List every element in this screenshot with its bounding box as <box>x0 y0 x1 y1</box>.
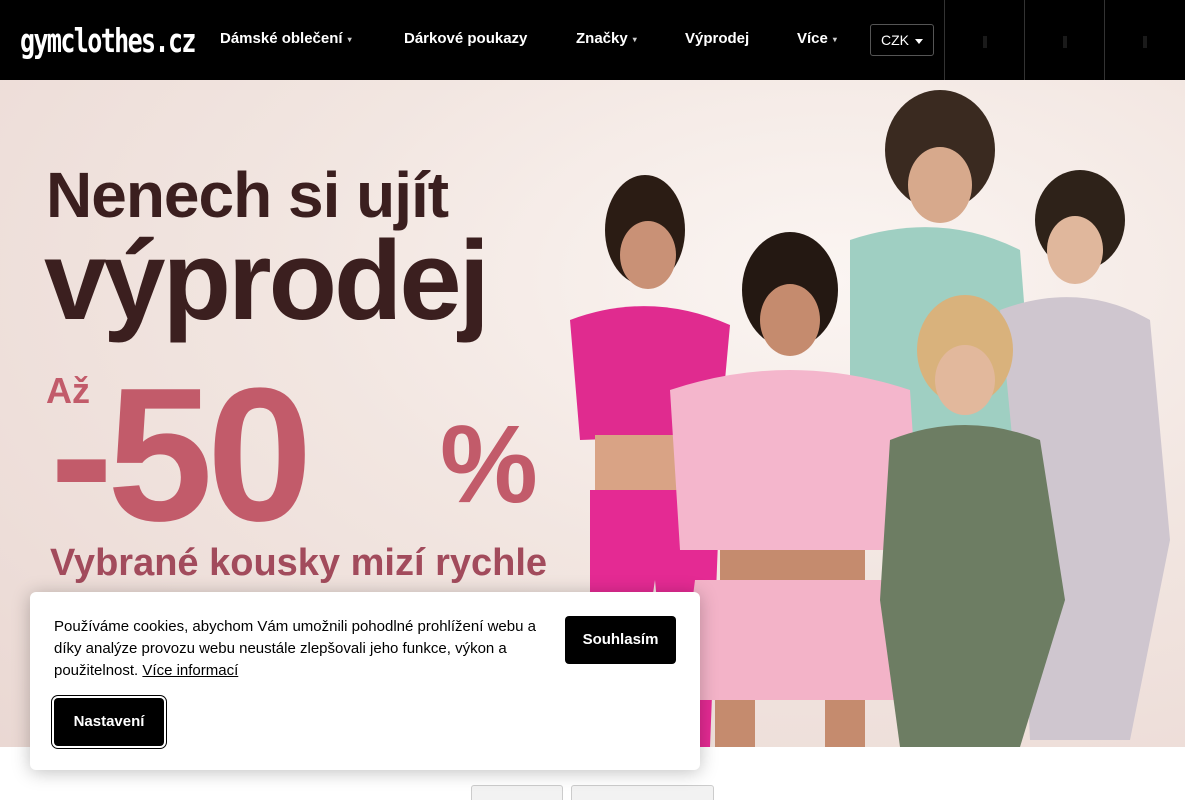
search-icon <box>983 36 987 48</box>
nav-item-label: Výprodej <box>685 30 750 47</box>
user-icon <box>1063 36 1067 48</box>
account-button[interactable] <box>1024 0 1104 80</box>
cookie-message: Používáme cookies, abychom Vám umožnili … <box>54 618 536 679</box>
hero-title: výprodej <box>44 218 490 343</box>
site-header: gymclothes.cz Dámské oblečení ▾ Dárkové p… <box>0 0 1185 80</box>
chevron-down-icon: ▾ <box>832 34 837 44</box>
accept-cookies-button[interactable]: Souhlasím <box>565 616 676 664</box>
nav-item-vyprodej[interactable]: Výprodej <box>685 30 749 47</box>
nav-item-label: Dárkové poukazy <box>404 30 528 47</box>
cookie-text-block: Používáme cookies, abychom Vám umožnili … <box>54 616 544 682</box>
logo-text: gymclothes.cz <box>20 22 196 60</box>
nav-item-damske-obleceni[interactable]: Dámské oblečení ▾ <box>220 30 352 47</box>
nav-item-vice[interactable]: Více ▾ <box>797 30 837 47</box>
tab-2[interactable] <box>571 785 714 800</box>
logo[interactable]: gymclothes.cz <box>20 22 196 60</box>
caret-down-icon <box>915 39 923 44</box>
nav-item-label: Značky <box>576 30 628 47</box>
cookie-consent-dialog: Používáme cookies, abychom Vám umožnili … <box>30 592 700 770</box>
more-info-link[interactable]: Více informací <box>142 662 238 679</box>
nav-item-label: Dámské oblečení <box>220 30 343 47</box>
hero-subtitle: Vybrané kousky mizí rychle <box>50 542 548 584</box>
chevron-down-icon: ▾ <box>347 34 352 44</box>
nav-item-label: Více <box>797 30 828 47</box>
cart-button[interactable] <box>1104 0 1184 80</box>
currency-select[interactable]: CZK <box>870 24 934 56</box>
currency-value: CZK <box>881 32 909 48</box>
hero-discount: -50 <box>50 349 313 561</box>
chevron-down-icon: ▾ <box>632 34 637 44</box>
tab-1[interactable] <box>471 785 563 800</box>
search-button[interactable] <box>944 0 1024 80</box>
cart-icon <box>1143 36 1147 48</box>
cookie-settings-button[interactable]: Nastavení <box>54 698 164 746</box>
nav-item-znacky[interactable]: Značky ▾ <box>576 30 637 47</box>
nav-item-darkove-poukazy[interactable]: Dárkové poukazy <box>404 30 527 47</box>
